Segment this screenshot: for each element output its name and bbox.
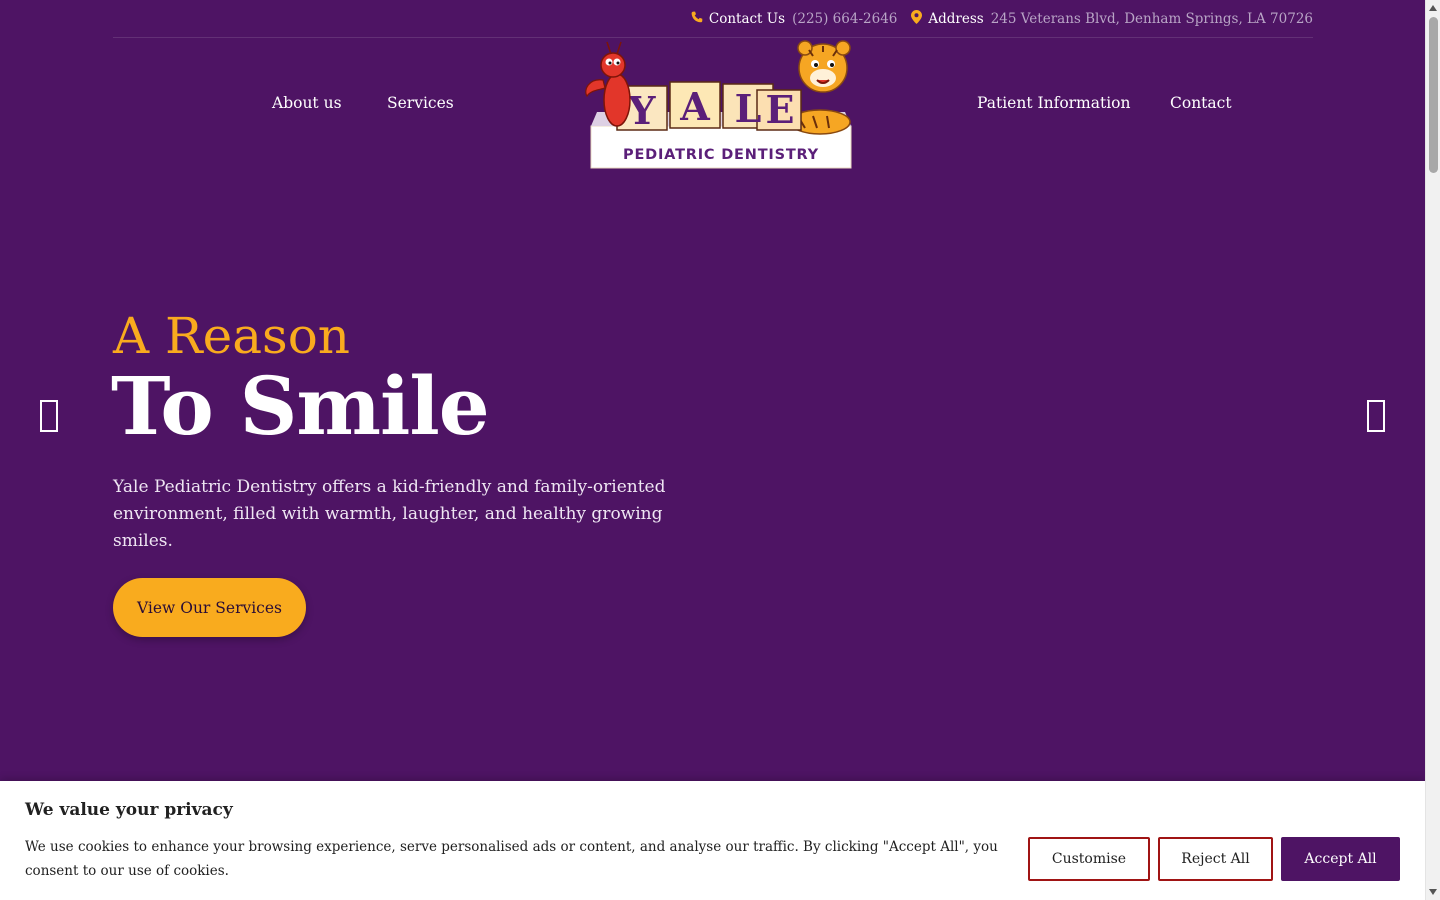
- logo-letter-a: A: [679, 84, 710, 129]
- hero-description: Yale Pediatric Dentistry offers a kid-fr…: [113, 477, 666, 551]
- view-our-services-button[interactable]: View Our Services: [113, 578, 306, 637]
- chevron-left-icon: [40, 400, 58, 432]
- contact-info: Contact Us (225) 664-2646 Address 245 Ve…: [691, 10, 1313, 28]
- hero-title: To Smile: [111, 359, 490, 453]
- logo-letter-e: E: [766, 87, 795, 132]
- logo-subtitle: PEDIATRIC DENTISTRY: [623, 147, 819, 163]
- accept-all-button[interactable]: Accept All: [1281, 837, 1400, 881]
- nav-patient-information[interactable]: Patient Information: [977, 94, 1131, 112]
- yale-pediatric-dentistry-logo[interactable]: Y A L E PEDIATRIC DENTISTRY: [577, 40, 857, 172]
- slider-next-arrow[interactable]: [1365, 398, 1387, 434]
- phone-number-link[interactable]: (225) 664-2646: [792, 11, 897, 27]
- contact-label: Contact Us: [708, 11, 786, 27]
- top-info-bar: Contact Us (225) 664-2646 Address 245 Ve…: [113, 0, 1313, 38]
- chevron-right-icon: [1367, 400, 1385, 432]
- hero-subtitle: A Reason: [113, 307, 351, 365]
- reject-all-button[interactable]: Reject All: [1158, 837, 1273, 881]
- logo-letter-y: Y: [627, 88, 656, 133]
- phone-icon: [691, 11, 703, 27]
- cookie-consent-banner: We value your privacy We use cookies to …: [0, 781, 1425, 900]
- logo-letter-l: L: [735, 86, 762, 131]
- nav-services[interactable]: Services: [387, 94, 454, 112]
- customise-button[interactable]: Customise: [1028, 837, 1150, 881]
- page-scrollbar[interactable]: [1425, 0, 1440, 900]
- cookie-title: We value your privacy: [25, 800, 233, 820]
- map-pin-icon: [911, 10, 923, 28]
- scroll-up-arrow-icon[interactable]: [1429, 5, 1437, 11]
- nav-about-us[interactable]: About us: [272, 94, 342, 112]
- address-link[interactable]: 245 Veterans Blvd, Denham Springs, LA 70…: [991, 11, 1313, 27]
- scroll-down-arrow-icon[interactable]: [1429, 889, 1437, 895]
- slider-prev-arrow[interactable]: [38, 398, 60, 434]
- tiger-mascot-icon: [797, 40, 851, 93]
- crawfish-mascot-icon: [585, 41, 631, 127]
- nav-contact[interactable]: Contact: [1170, 94, 1232, 112]
- page: Contact Us (225) 664-2646 Address 245 Ve…: [0, 0, 1425, 900]
- scrollbar-thumb[interactable]: [1429, 17, 1438, 173]
- address-label: Address: [928, 11, 984, 27]
- cookie-text: We use cookies to enhance your browsing …: [25, 839, 998, 879]
